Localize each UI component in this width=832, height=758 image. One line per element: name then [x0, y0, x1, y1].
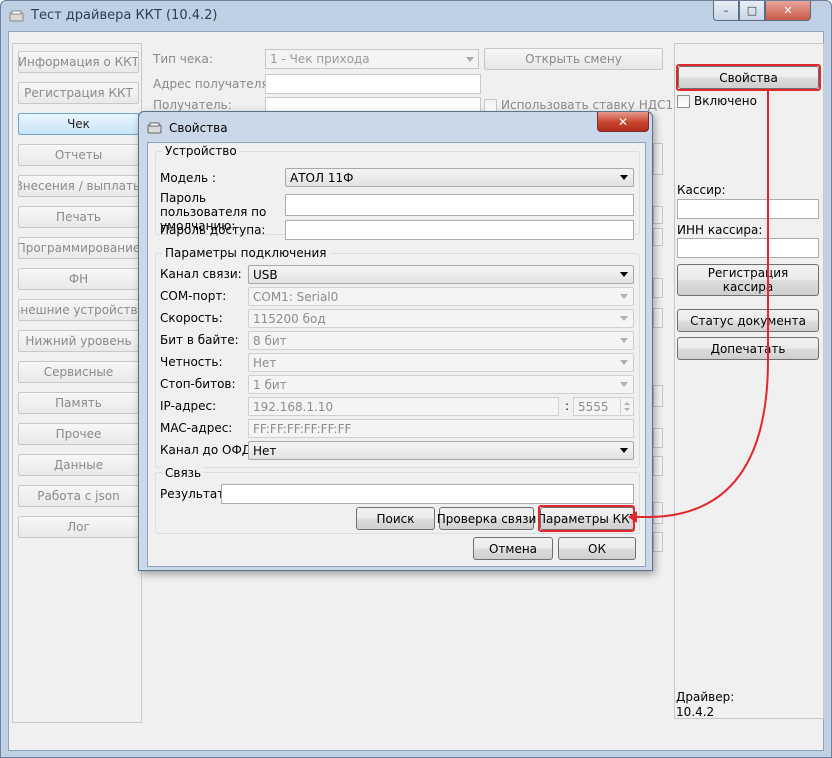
annotation-arrow [628, 91, 769, 523]
arrowhead-icon [628, 511, 637, 523]
